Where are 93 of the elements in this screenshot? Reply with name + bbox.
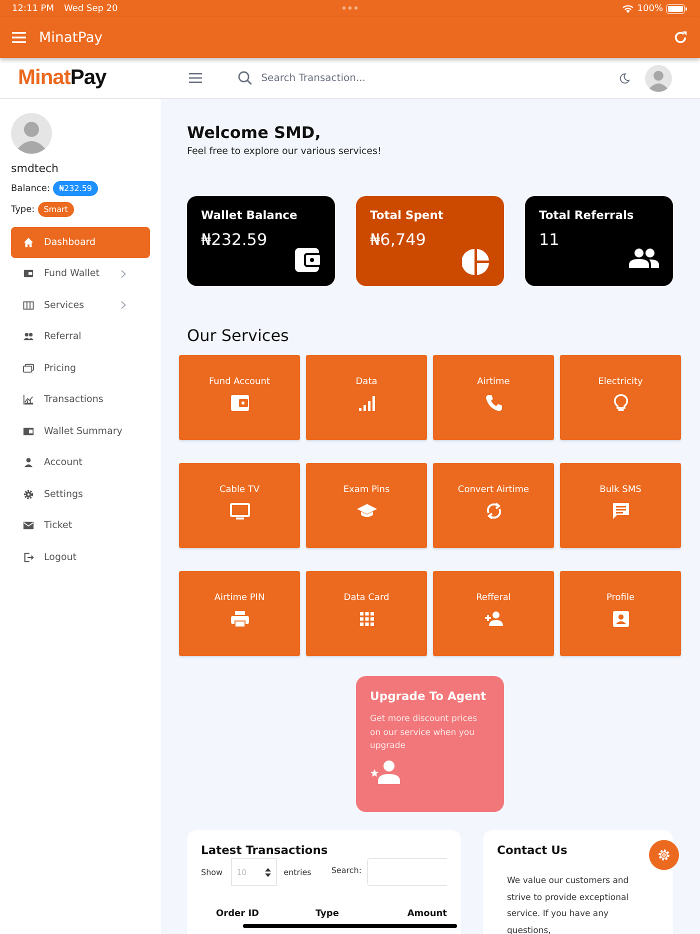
menu-item-icon	[23, 520, 34, 532]
stat-label: Wallet Balance	[201, 208, 298, 222]
stat-label: Total Referrals	[539, 208, 635, 222]
welcome-title: Welcome SMD,	[187, 123, 322, 142]
wifi-icon	[622, 4, 634, 13]
sidebar-item[interactable]: Services	[11, 290, 150, 320]
sidebar-item[interactable]: Account	[11, 448, 150, 478]
service-icon	[230, 609, 250, 629]
avatar	[11, 113, 52, 154]
menu-icon[interactable]	[12, 32, 26, 43]
menu-icon[interactable]	[189, 73, 202, 83]
stat-value: ₦232.59	[201, 230, 268, 249]
search-label: Search:	[331, 866, 362, 875]
search-icon	[238, 71, 252, 85]
service-tile[interactable]: Airtime PIN	[179, 571, 300, 656]
star-person-icon	[370, 760, 400, 784]
refresh-icon[interactable]	[673, 30, 688, 45]
table-search-field[interactable]	[366, 858, 447, 886]
service-tile[interactable]: Airtime	[433, 355, 554, 440]
service-icon	[610, 501, 630, 521]
upgrade-title: Upgrade To Agent	[370, 689, 488, 703]
column-header[interactable]: Order ID	[216, 909, 316, 919]
service-icon	[610, 609, 630, 629]
sidebar-item[interactable]: Transactions	[11, 384, 150, 415]
status-time: 12:11 PM	[12, 4, 54, 14]
chevron-icon	[121, 301, 126, 310]
service-icon	[230, 393, 250, 413]
menu-item-icon	[23, 236, 34, 248]
service-tile[interactable]: Data	[306, 355, 427, 440]
entries-select[interactable]: 10	[230, 858, 277, 886]
status-date: Wed Sep 20	[64, 4, 118, 14]
entries-label: entries	[284, 868, 312, 876]
service-tile[interactable]: Refferal	[433, 571, 554, 656]
pie-chart-icon	[462, 248, 490, 276]
section-title: Our Services	[187, 326, 290, 345]
service-tile[interactable]: Data Card	[306, 571, 427, 656]
sidebar-item[interactable]: Logout	[11, 542, 150, 572]
service-tile[interactable]: Profile	[560, 571, 681, 656]
multitask-icon[interactable]	[342, 6, 358, 10]
sidebar-item[interactable]: Ticket	[11, 510, 150, 541]
wallet-icon	[295, 248, 321, 272]
sidebar-item[interactable]: Fund Wallet	[11, 258, 150, 289]
stat-value: 11	[539, 230, 560, 249]
menu-item-icon	[23, 426, 34, 437]
sidebar-item[interactable]: Referral	[11, 322, 150, 352]
service-icon	[484, 609, 504, 629]
logo[interactable]: MinatPay	[18, 66, 106, 90]
service-icon	[230, 501, 250, 521]
service-tile[interactable]: Cable TV	[179, 463, 300, 548]
type-label: Type:	[11, 204, 35, 214]
type-badge: Smart	[38, 202, 74, 217]
menu-item-icon	[23, 362, 34, 374]
card-title: Contact Us	[497, 843, 568, 857]
avatar[interactable]	[645, 64, 672, 92]
service-tile[interactable]: Convert Airtime	[433, 463, 554, 548]
settings-icon	[657, 848, 671, 862]
service-tile[interactable]: Bulk SMS	[560, 463, 681, 548]
menu-item-icon	[23, 331, 34, 342]
people-icon	[629, 248, 659, 268]
card-title: Latest Transactions	[201, 843, 329, 857]
app-title: MinatPay	[39, 30, 103, 46]
show-label: Show	[201, 868, 223, 876]
upgrade-card[interactable]: Upgrade To Agent Get more discount prices on our service when you upgrade	[356, 676, 504, 812]
sidebar-item[interactable]: Pricing	[11, 353, 150, 384]
menu-item-icon	[23, 488, 34, 500]
sidebar-item[interactable]: Wallet Summary	[11, 416, 150, 446]
balance-label: Balance:	[11, 184, 50, 194]
column-header[interactable]: Type	[315, 909, 408, 919]
menu-item-icon	[23, 268, 34, 280]
sort-arrows-icon	[264, 868, 271, 876]
menu-item-icon	[23, 552, 34, 563]
menu-item-icon	[23, 300, 34, 311]
battery-percent: 100%	[637, 4, 663, 14]
service-icon	[484, 393, 504, 413]
stat-value: ₦6,749	[370, 230, 426, 249]
stat-label: Total Spent	[370, 208, 444, 222]
balance-badge: ₦232.59	[52, 181, 98, 196]
column-header[interactable]: Amount	[407, 909, 447, 919]
search-field[interactable]: Search Transaction...	[259, 72, 564, 84]
upgrade-text: Get more discount prices on our service when you upgrade	[370, 713, 478, 754]
username: smdtech	[11, 162, 60, 175]
service-tile[interactable]: Exam Pins	[306, 463, 427, 548]
moon-icon[interactable]	[619, 72, 630, 84]
sidebar-item[interactable]: Dashboard	[11, 227, 150, 258]
welcome-subtitle: Feel free to explore our various services!	[187, 146, 382, 157]
sidebar-item[interactable]: Settings	[11, 479, 150, 510]
service-tile[interactable]: Fund Account	[179, 355, 300, 440]
service-icon	[356, 393, 376, 413]
chevron-icon	[121, 270, 126, 278]
service-tile[interactable]: Electricity	[560, 355, 681, 440]
menu-item-icon	[23, 394, 34, 406]
menu-item-icon	[23, 457, 34, 468]
battery-icon	[666, 4, 688, 14]
